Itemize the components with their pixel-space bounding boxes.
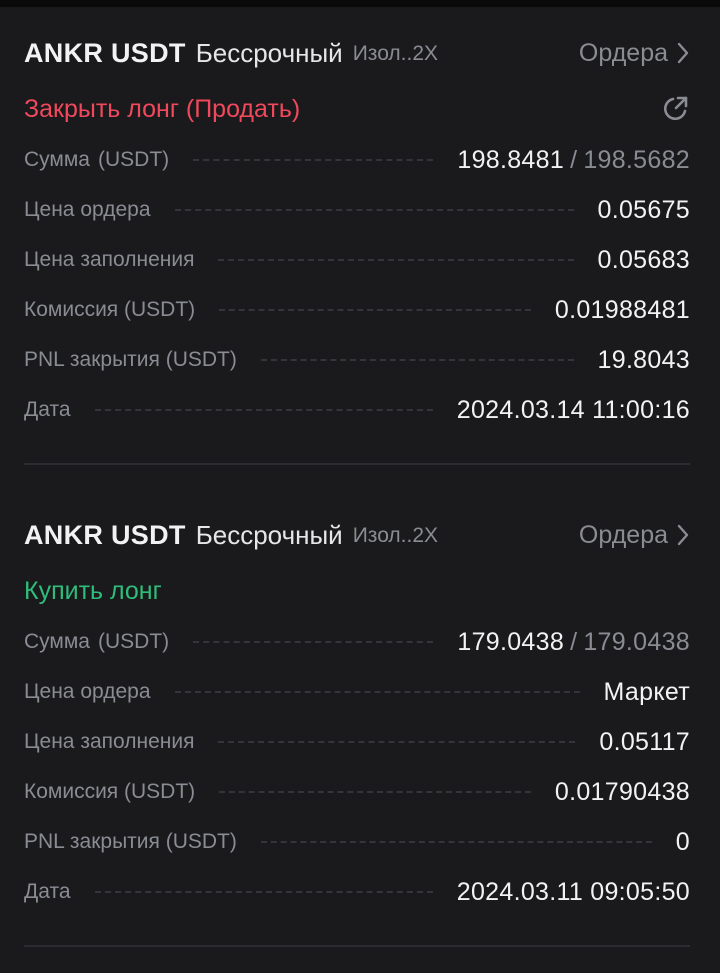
order-price-row: Цена ордера Маркет: [24, 667, 690, 717]
symbol: ANKR USDT: [24, 519, 186, 550]
dashed-leader: [94, 891, 433, 893]
fee-value: 0.01988481: [554, 295, 690, 324]
date-label: Дата: [24, 880, 71, 903]
date-label: Дата: [24, 398, 71, 421]
contract-type: Бессрочный: [195, 37, 343, 68]
dashed-leader: [193, 641, 434, 643]
amount-value: 198.8481/198.5682: [457, 146, 690, 175]
order-details: Сумма (USDT) 198.8481/198.5682 Цена ордер…: [24, 135, 690, 435]
margin-mode: Изол..2X: [352, 42, 439, 65]
fee-row: Комиссия (USDT) 0.01790438: [24, 767, 690, 817]
dashed-leader: [174, 209, 574, 211]
fill-price-value: 0.05683: [597, 245, 690, 274]
dashed-leader: [218, 259, 574, 261]
orders-link[interactable]: Ордера: [579, 518, 690, 552]
order-price-label: Цена ордера: [24, 198, 151, 221]
amount-filled: 198.8481: [457, 145, 565, 174]
order-card: ANKR USDT Бессрочный Изол..2X Ордера Зак…: [24, 36, 690, 435]
fill-price-row: Цена заполнения 0.05117: [24, 717, 690, 767]
fee-label: Комиссия (USDT): [24, 780, 196, 803]
amount-label-text: Сумма: [24, 630, 90, 653]
symbol: ANKR USDT: [24, 37, 186, 68]
share-icon[interactable]: [660, 94, 690, 124]
amount-label: Сумма (USDT): [24, 148, 169, 172]
order-card: ANKR USDT Бессрочный Изол..2X Ордера Куп…: [24, 518, 690, 917]
dashed-leader: [218, 741, 576, 743]
amount-separator: /: [570, 145, 578, 174]
amount-row: Сумма (USDT) 179.0438/179.0438: [24, 617, 690, 667]
fill-price-label: Цена заполнения: [24, 730, 195, 753]
order-details: Сумма (USDT) 179.0438/179.0438 Цена ордер…: [24, 617, 690, 917]
top-bar: [0, 0, 720, 7]
order-action-label: Закрыть лонг (Продать): [24, 94, 301, 123]
date-row: Дата 2024.03.14 11:00:16: [24, 385, 690, 435]
card-divider: [24, 945, 690, 947]
orders-link[interactable]: Ордера: [579, 36, 690, 70]
dashed-leader: [94, 409, 433, 411]
order-price-label: Цена ордера: [24, 680, 151, 703]
dashed-leader: [219, 309, 531, 311]
amount-unit: (USDT): [97, 148, 170, 171]
amount-label-text: Сумма: [24, 148, 90, 171]
amount-label: Сумма (USDT): [24, 630, 169, 654]
fee-label: Комиссия (USDT): [24, 298, 196, 321]
amount-unit: (USDT): [97, 630, 170, 653]
fill-price-value: 0.05117: [599, 727, 690, 756]
chevron-right-icon: [677, 42, 689, 64]
amount-total: 198.5682: [583, 145, 690, 174]
pnl-value: 19.8043: [597, 345, 690, 374]
fee-row: Комиссия (USDT) 0.01988481: [24, 285, 690, 335]
pnl-value: 0: [675, 827, 690, 856]
order-header: ANKR USDT Бессрочный Изол..2X Ордера: [24, 518, 690, 552]
orders-link-label: Ордера: [578, 520, 668, 549]
amount-value: 179.0438/179.0438: [457, 628, 690, 657]
dashed-leader: [193, 159, 434, 161]
dashed-leader: [260, 359, 574, 361]
card-divider: [24, 463, 690, 465]
chevron-right-icon: [677, 524, 689, 546]
order-action: Закрыть лонг (Продать): [24, 92, 690, 126]
date-value: 2024.03.11 09:05:50: [456, 877, 690, 906]
fee-value: 0.01790438: [554, 777, 690, 806]
orders-link-label: Ордера: [578, 38, 668, 67]
order-price-value: 0.05675: [597, 195, 690, 224]
fill-price-row: Цена заполнения 0.05683: [24, 235, 690, 285]
date-value: 2024.03.14 11:00:16: [456, 395, 690, 424]
date-row: Дата 2024.03.11 09:05:50: [24, 867, 690, 917]
pnl-row: PNL закрытия (USDT) 19.8043: [24, 335, 690, 385]
order-action-label: Купить лонг: [24, 576, 162, 605]
margin-mode: Изол..2X: [352, 524, 439, 547]
dashed-leader: [219, 791, 531, 793]
contract-type: Бессрочный: [195, 519, 343, 550]
dashed-leader: [260, 841, 652, 843]
amount-total: 179.0438: [583, 627, 690, 656]
order-price-row: Цена ордера 0.05675: [24, 185, 690, 235]
amount-filled: 179.0438: [457, 627, 565, 656]
dashed-leader: [174, 691, 580, 693]
amount-row: Сумма (USDT) 198.8481/198.5682: [24, 135, 690, 185]
order-action: Купить лонг: [24, 574, 690, 608]
order-header: ANKR USDT Бессрочный Изол..2X Ордера: [24, 36, 690, 70]
pnl-row: PNL закрытия (USDT) 0: [24, 817, 690, 867]
pnl-label: PNL закрытия (USDT): [24, 830, 237, 853]
amount-separator: /: [570, 627, 578, 656]
order-price-value: Маркет: [603, 677, 690, 706]
fill-price-label: Цена заполнения: [24, 248, 195, 271]
pnl-label: PNL закрытия (USDT): [24, 348, 237, 371]
